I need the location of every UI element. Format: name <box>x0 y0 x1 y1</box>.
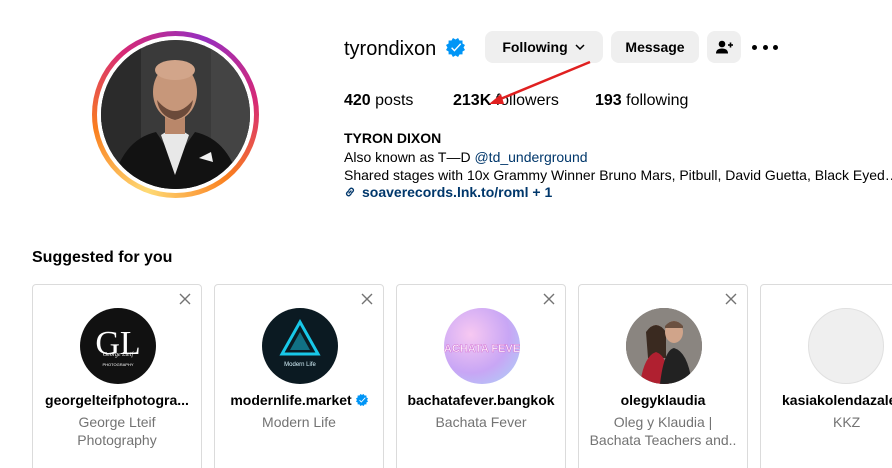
suggested-card[interactable]: kasiakolendazales KKZ <box>760 284 892 468</box>
profile-link[interactable]: soaverecords.lnk.to/roml + 1 <box>344 184 552 200</box>
logo-text: Modern Life <box>284 362 316 368</box>
bio-line-1: Also known as T—D @td_underground <box>344 149 588 165</box>
following-count[interactable]: 193 following <box>595 92 688 110</box>
suggested-subtitle: Bachata Fever <box>435 414 527 430</box>
message-button[interactable]: Message <box>611 31 699 63</box>
following-button[interactable]: Following <box>485 31 603 63</box>
suggested-title: Suggested for you <box>32 249 173 266</box>
suggested-card[interactable]: olegyklaudia Oleg y Klaudia | Bachata Tea… <box>578 284 748 468</box>
verified-badge-icon <box>446 38 465 62</box>
profile-avatar-ring[interactable] <box>92 31 259 198</box>
suggested-subtitle: Modern Life <box>262 414 336 430</box>
suggested-avatar[interactable] <box>808 308 884 384</box>
close-icon[interactable] <box>360 292 374 306</box>
profile-username: tyrondixon <box>344 38 437 60</box>
close-icon[interactable] <box>178 292 192 306</box>
suggested-username[interactable]: kasiakolendazales <box>761 392 892 408</box>
logo-text: BACHATA FEVER <box>444 343 520 355</box>
profile-full-name: TYRON DIXON <box>344 130 442 146</box>
chevron-down-icon <box>575 44 585 51</box>
suggested-username[interactable]: bachatafever.bangkok <box>397 392 565 408</box>
suggested-card[interactable]: Modern Life modernlife.market Modern Lif… <box>214 284 384 468</box>
suggested-avatar[interactable] <box>626 308 702 384</box>
suggested-avatar[interactable]: BACHATA FEVER <box>444 308 520 384</box>
posts-count: 420 posts <box>344 92 414 109</box>
add-user-button[interactable] <box>707 31 741 63</box>
suggested-username[interactable]: modernlife.market <box>215 392 383 408</box>
followers-count[interactable]: 213K followers <box>453 92 559 110</box>
add-user-icon <box>715 40 733 54</box>
message-button-label: Message <box>625 39 685 55</box>
suggested-username[interactable]: georgelteifphotogra... <box>33 392 201 408</box>
suggested-card[interactable]: BACHATA FEVER bachatafever.bangkok Bacha… <box>396 284 566 468</box>
suggested-username[interactable]: olegyklaudia <box>579 392 747 408</box>
bio-line-2: Shared stages with 10x Grammy Winner Bru… <box>344 167 892 183</box>
suggested-subtitle: KKZ <box>833 414 861 430</box>
bio-mention-link[interactable]: @td_underground <box>474 149 587 165</box>
suggested-subtitle: George Lteif Photography <box>77 414 157 448</box>
suggested-avatar[interactable]: Modern Life <box>262 308 338 384</box>
link-icon <box>345 187 355 197</box>
close-icon[interactable] <box>724 292 738 306</box>
suggested-subtitle: Oleg y Klaudia | Bachata Teachers and.. <box>589 414 737 448</box>
verified-badge-icon <box>355 394 368 406</box>
more-options-icon[interactable] <box>752 38 778 56</box>
profile-photo <box>101 40 250 189</box>
logo-small-text: PHOTOGRAPHY <box>102 362 133 367</box>
following-button-label: Following <box>502 39 568 55</box>
suggested-avatar[interactable]: GL George Lteif PHOTOGRAPHY <box>80 308 156 384</box>
close-icon[interactable] <box>542 292 556 306</box>
logo-text: George Lteif <box>103 351 135 358</box>
profile-avatar[interactable] <box>101 40 250 189</box>
suggested-card[interactable]: GL George Lteif PHOTOGRAPHY georgelteifp… <box>32 284 202 468</box>
